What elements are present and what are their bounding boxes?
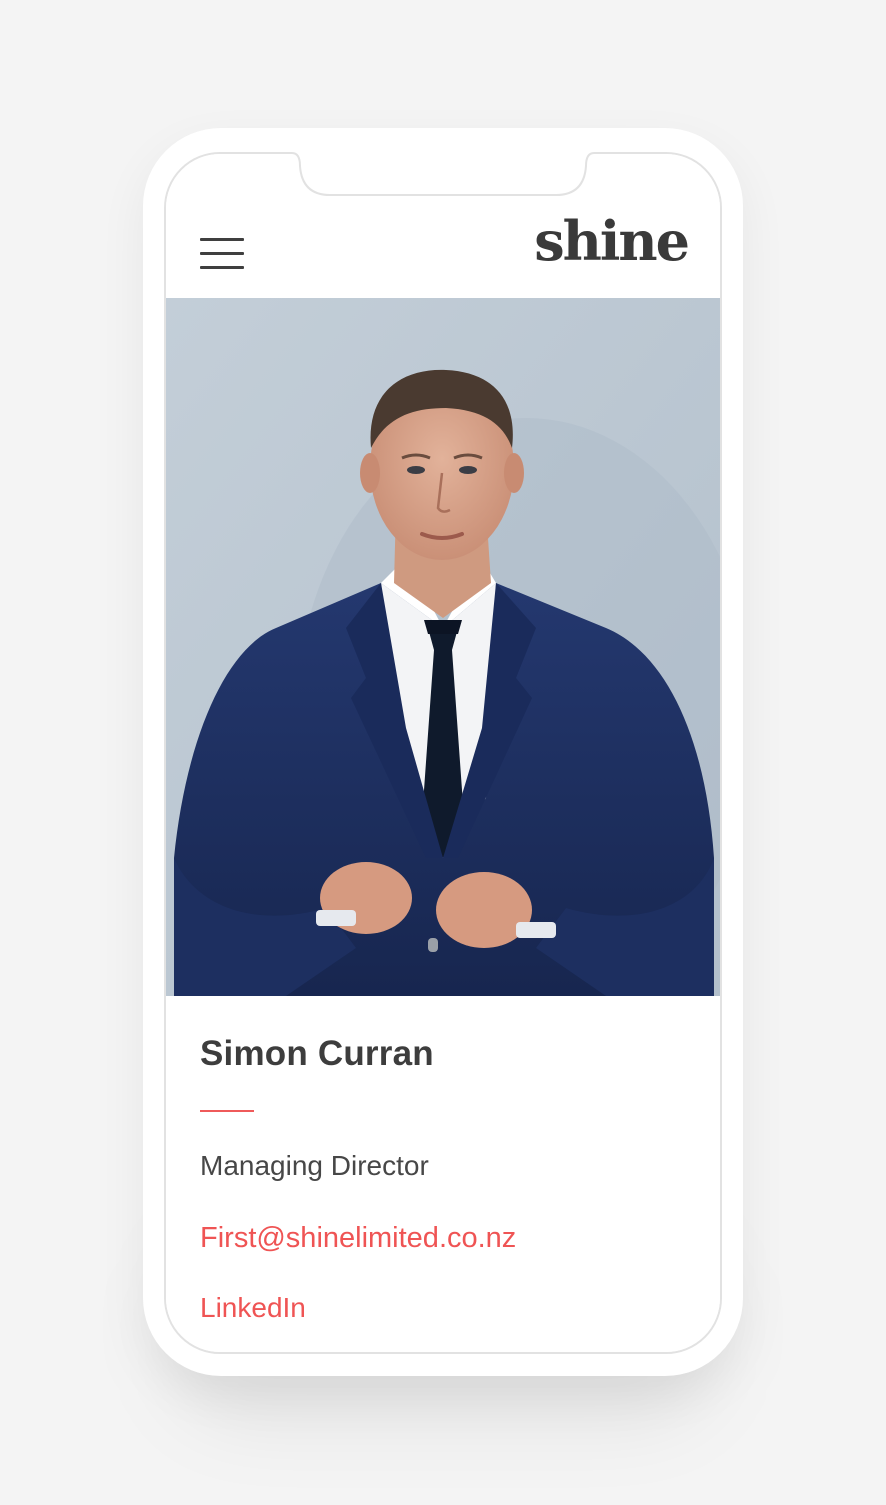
shine-logo[interactable]: shine bbox=[534, 214, 690, 268]
accent-divider bbox=[200, 1110, 254, 1112]
phone-screen: shine Simon Curran Managing Director Fir… bbox=[164, 152, 722, 1354]
hamburger-menu-icon[interactable] bbox=[200, 238, 246, 272]
profile-role: Managing Director bbox=[200, 1150, 429, 1181]
profile-name: Simon Curran bbox=[200, 1034, 434, 1073]
profile-details: Simon Curran Managing Director First@shi… bbox=[166, 996, 720, 1352]
phone-notch bbox=[290, 152, 596, 196]
linkedin-link[interactable]: LinkedIn bbox=[200, 1292, 306, 1324]
email-link[interactable]: First@shinelimited.co.nz bbox=[200, 1222, 516, 1255]
profile-photo bbox=[166, 298, 720, 996]
